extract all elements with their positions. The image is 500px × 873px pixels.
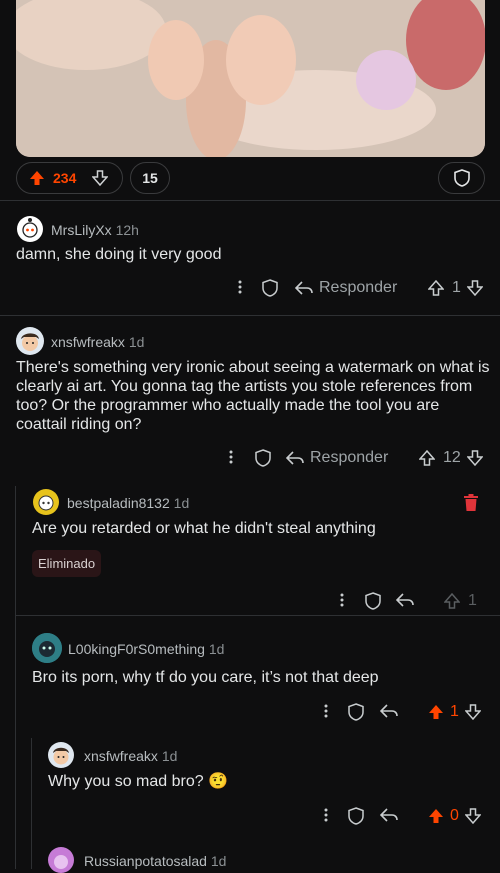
reply-icon[interactable] (380, 703, 398, 719)
vote-count: 1 (452, 279, 461, 296)
vote-controls: 1 (428, 703, 481, 721)
divider (0, 315, 500, 316)
reply-label: Responder (310, 449, 389, 466)
upvote-count: 234 (53, 170, 77, 186)
username[interactable]: xnsfwfreakx (84, 748, 158, 764)
comment-author[interactable]: xnsfwfreakx 1d (51, 334, 144, 350)
shield-icon (453, 169, 470, 187)
divider (0, 200, 500, 201)
more-vertical-icon[interactable] (318, 807, 334, 823)
timestamp: 1d (128, 334, 145, 350)
post-image[interactable] (16, 0, 485, 157)
comment-text: Bro its porn, why tf do you care, it’s n… (32, 669, 379, 686)
more-vertical-icon[interactable] (232, 279, 248, 295)
comment-author[interactable]: Russianpotatosalad 1d (84, 853, 226, 869)
timestamp: 1d (208, 641, 225, 657)
shield-icon[interactable] (348, 703, 364, 721)
username[interactable]: Russianpotatosalad (84, 853, 207, 869)
comment-text: There's something very ironic about seei… (16, 359, 490, 433)
thread-line[interactable] (15, 486, 16, 869)
comment-count: 15 (142, 170, 158, 186)
upvote-icon[interactable] (428, 280, 444, 296)
avatar[interactable] (32, 633, 62, 663)
comment-author[interactable]: xnsfwfreakx 1d (84, 748, 177, 764)
vote-controls: 0 (428, 807, 481, 825)
username[interactable]: L00kingF0rS0mething (68, 641, 205, 657)
avatar[interactable] (17, 216, 43, 242)
reply-button[interactable]: Responder (286, 449, 388, 467)
reply-icon (286, 450, 304, 466)
avatar[interactable] (16, 327, 44, 355)
trash-icon[interactable] (463, 494, 479, 512)
upvote-icon[interactable] (419, 450, 435, 466)
reply-button[interactable]: Responder (295, 279, 397, 297)
shield-icon[interactable] (365, 592, 381, 610)
reply-icon[interactable] (396, 592, 414, 608)
timestamp: 1d (173, 495, 190, 511)
more-vertical-icon[interactable] (334, 592, 350, 608)
vote-controls: 1 (444, 592, 477, 610)
username[interactable]: xnsfwfreakx (51, 334, 125, 350)
vote-count: 1 (450, 703, 459, 720)
thread-line (31, 840, 32, 869)
vote-bar: 234 (16, 162, 123, 194)
divider (16, 615, 500, 616)
reply-label: Responder (319, 279, 398, 296)
comment-author[interactable]: MrsLilyXx 12h (51, 222, 139, 238)
award-button[interactable] (438, 162, 485, 194)
upvote-icon[interactable] (29, 170, 45, 186)
comment-count-button[interactable]: 15 (130, 162, 170, 194)
downvote-icon[interactable] (464, 704, 481, 720)
comment-author[interactable]: bestpaladin8132 1d (67, 495, 189, 511)
comment-text: Are you retarded or what he didn't steal… (32, 520, 376, 537)
shield-icon[interactable] (255, 449, 271, 467)
upvote-icon[interactable] (428, 808, 444, 824)
more-vertical-icon[interactable] (318, 703, 334, 719)
downvote-icon[interactable] (466, 450, 483, 466)
avatar[interactable] (48, 742, 74, 768)
vote-count: 12 (443, 449, 461, 466)
upvote-icon[interactable] (428, 704, 444, 720)
avatar[interactable] (33, 489, 59, 515)
timestamp: 1d (161, 748, 178, 764)
timestamp: 12h (115, 222, 139, 238)
username[interactable]: bestpaladin8132 (67, 495, 170, 511)
timestamp: 1d (210, 853, 227, 869)
upvote-icon[interactable] (444, 593, 460, 609)
vote-controls: 1 (428, 279, 483, 297)
avatar[interactable] (48, 847, 74, 873)
shield-icon[interactable] (262, 279, 278, 297)
reply-icon[interactable] (380, 807, 398, 823)
reply-icon (295, 280, 313, 296)
vote-count: 0 (450, 807, 459, 824)
downvote-icon[interactable] (466, 280, 483, 296)
vote-count: 1 (468, 592, 477, 609)
downvote-icon[interactable] (464, 808, 481, 824)
more-vertical-icon[interactable] (223, 449, 239, 465)
username[interactable]: MrsLilyXx (51, 222, 112, 238)
comment-text: damn, she doing it very good (16, 246, 222, 263)
vote-controls: 12 (419, 449, 483, 467)
comment-author[interactable]: L00kingF0rS0mething 1d (68, 641, 224, 657)
downvote-icon[interactable] (92, 170, 109, 186)
comment-text: Why you so mad bro? 🤨 (48, 773, 228, 790)
removed-badge: Eliminado (32, 550, 102, 577)
shield-icon[interactable] (348, 807, 364, 825)
